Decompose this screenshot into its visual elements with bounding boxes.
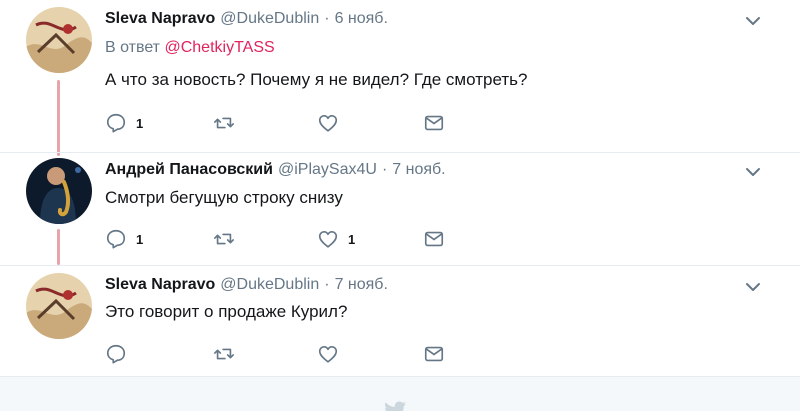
envelope-icon [423, 228, 445, 250]
retweet-button[interactable] [213, 227, 244, 251]
retweet-icon [213, 228, 235, 250]
avatar[interactable] [26, 273, 92, 339]
tweet-actions: 1 1 [105, 227, 465, 251]
retweet-icon [213, 343, 235, 365]
direct-message-button[interactable] [423, 342, 445, 366]
envelope-icon [423, 343, 445, 365]
author-name[interactable]: Sleva Napravo [105, 276, 215, 294]
like-count: 1 [348, 231, 356, 247]
reply-context: В ответ @ChetkiyTASS [105, 39, 275, 57]
tweet-actions: 1 [105, 111, 465, 135]
separator-dot: · [324, 276, 330, 293]
tweet-text: Это говорит о продаже Курил? [105, 302, 348, 321]
separator-dot: · [381, 161, 388, 178]
reply-count: 1 [136, 115, 144, 131]
tweet[interactable]: Sleva Napravo @DukeDublin · 7 нояб. Это … [0, 266, 800, 376]
author-handle[interactable]: @DukeDublin [220, 276, 319, 294]
like-button[interactable] [317, 111, 348, 135]
author-handle[interactable]: @DukeDublin [220, 10, 319, 28]
chevron-down-icon[interactable] [744, 12, 762, 30]
heart-icon [317, 112, 339, 134]
avatar[interactable] [26, 7, 92, 73]
author-name[interactable]: Sleva Napravo [105, 10, 215, 28]
tweet-actions [105, 342, 465, 366]
author-name[interactable]: Андрей Панасовский [105, 161, 273, 179]
avatar[interactable] [26, 158, 92, 224]
reply-prefix: В ответ [105, 39, 161, 56]
reply-mention-link[interactable]: @ChetkiyTASS [164, 39, 274, 56]
separator-dot: · [324, 10, 330, 27]
reply-button[interactable]: 1 [105, 111, 143, 135]
reply-icon [105, 228, 127, 250]
direct-message-button[interactable] [423, 111, 445, 135]
avatar-image [26, 158, 92, 224]
tweet-text: А что за новость? Почему я не видел? Где… [105, 70, 528, 89]
avatar-image [26, 7, 92, 73]
reply-button[interactable] [105, 342, 136, 366]
tweet-text: Смотри бегущую строку снизу [105, 188, 343, 207]
direct-message-button[interactable] [423, 227, 445, 251]
reply-count: 1 [136, 231, 144, 247]
envelope-icon [423, 112, 445, 134]
author-handle[interactable]: @iPlaySax4U [278, 161, 377, 179]
twitter-bird-icon [383, 401, 407, 411]
chevron-down-icon[interactable] [744, 163, 762, 181]
timestamp[interactable]: 6 нояб. [335, 10, 388, 28]
timestamp[interactable]: 7 нояб. [335, 276, 388, 294]
timestamp[interactable]: 7 нояб. [392, 161, 445, 179]
tweet[interactable]: Sleva Napravo @DukeDublin · 6 нояб. В от… [0, 0, 800, 152]
reply-button[interactable]: 1 [105, 227, 143, 251]
heart-icon [317, 343, 339, 365]
retweet-icon [213, 112, 235, 134]
like-button[interactable] [317, 342, 348, 366]
tweet[interactable]: Андрей Панасовский @iPlaySax4U · 7 нояб.… [0, 153, 800, 265]
heart-icon [317, 228, 339, 250]
reply-icon [105, 112, 127, 134]
retweet-button[interactable] [213, 342, 244, 366]
chevron-down-icon[interactable] [744, 278, 762, 296]
timeline-footer [0, 376, 800, 411]
like-button[interactable]: 1 [317, 227, 355, 251]
reply-icon [105, 343, 127, 365]
retweet-button[interactable] [213, 111, 244, 135]
avatar-image [26, 273, 92, 339]
